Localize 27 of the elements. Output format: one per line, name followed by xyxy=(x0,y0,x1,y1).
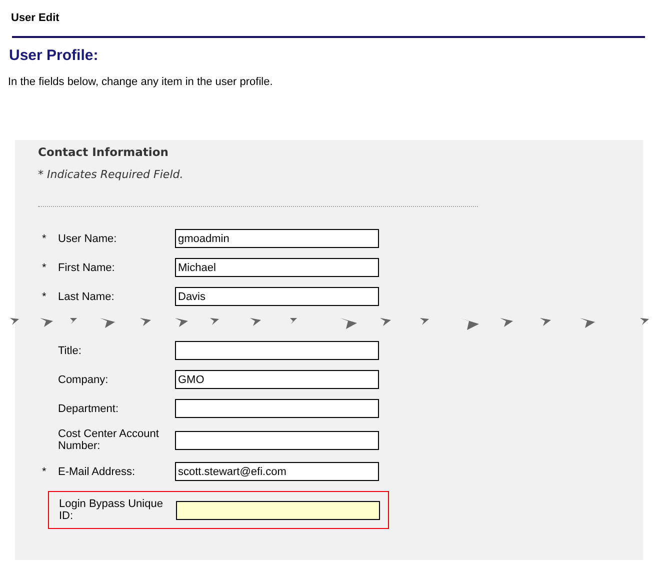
required-mark: * xyxy=(42,262,46,274)
panel-title: Contact Information xyxy=(38,145,170,159)
required-mark: * xyxy=(42,290,46,302)
input-field[interactable]: scott.stewart@efi.com xyxy=(175,462,379,481)
intro-text: In the fields below, change any item in the user profile. xyxy=(8,76,274,88)
field-label: Last Name: xyxy=(58,290,116,302)
input-field[interactable]: Davis xyxy=(175,287,379,306)
field-label: Login Bypass Unique ID: xyxy=(59,498,164,522)
input-field[interactable] xyxy=(176,500,380,520)
input-field[interactable]: gmoadmin xyxy=(175,229,379,248)
input-field[interactable] xyxy=(175,430,379,450)
page-title: User Edit xyxy=(10,11,60,26)
field-label: First Name: xyxy=(58,262,116,274)
input-field[interactable]: GMO xyxy=(175,370,379,389)
input-field[interactable] xyxy=(175,341,379,360)
input-field[interactable]: Michael xyxy=(175,258,379,277)
field-label: Department: xyxy=(58,402,120,414)
required-mark: * xyxy=(42,232,46,244)
field-label: User Name: xyxy=(58,232,118,244)
field-label: E-Mail Address: xyxy=(58,466,136,478)
required-mark: * xyxy=(42,466,46,478)
field-label: Title: xyxy=(58,344,82,356)
input-field[interactable] xyxy=(175,399,379,418)
section-heading: User Profile: xyxy=(9,47,100,64)
field-label: Cost Center Account Number: xyxy=(58,428,160,452)
required-note: * Indicates Required Field. xyxy=(38,168,184,181)
field-label: Company: xyxy=(58,374,110,386)
